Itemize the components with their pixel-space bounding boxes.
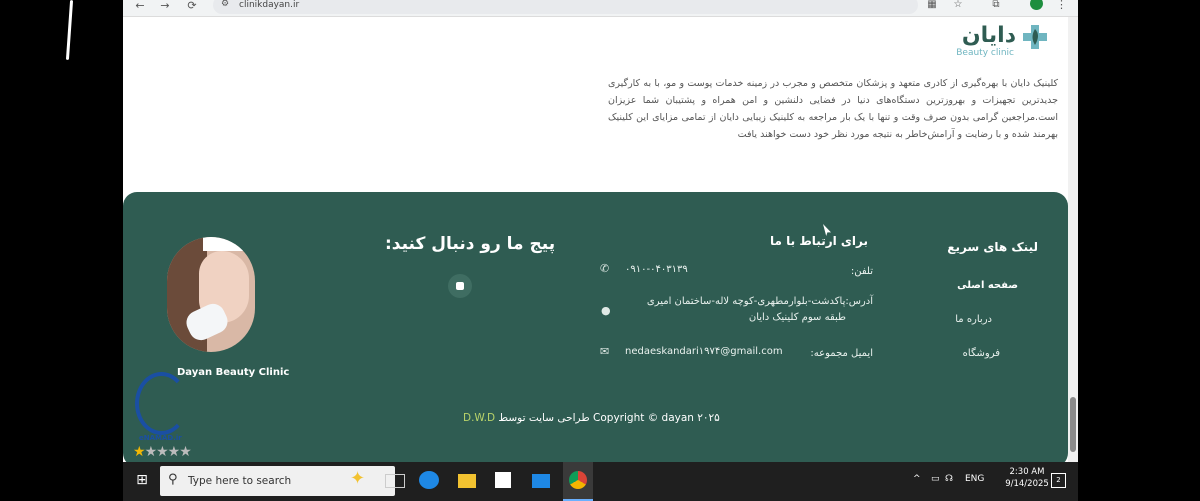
profile-avatar[interactable] [1030,0,1043,10]
search-highlight-icon: ✦ [350,468,366,489]
copyright-text: Copyright © dayan ۲۰۲۵ طراحی سایت توسط D… [463,412,720,424]
clock[interactable]: 2:30 AM 9/14/2025 [998,466,1056,490]
bookmark-star-icon[interactable]: ☆ [951,0,965,12]
language-indicator[interactable]: ENG [965,474,984,484]
screen: ← → ⟳ ⚙ clinikdayan.ir ▦ ☆ ⧉ ⋮ دایان Bea… [123,0,1078,501]
quick-link-home[interactable]: صفحه اصلی [957,280,1018,291]
forward-button[interactable]: → [158,0,172,14]
quick-link-shop[interactable]: فروشگاه [963,348,1000,359]
instagram-icon [456,282,464,290]
chrome-taskbar-item[interactable] [563,462,593,501]
site-logo[interactable]: دایان Beauty clinic [942,17,1062,65]
logo-subtitle: Beauty clinic [956,48,1014,58]
star-empty-icons: ★★★★ [144,444,192,460]
volume-icon[interactable]: ☊ [945,474,953,484]
notification-center-icon[interactable]: 2 [1051,473,1066,488]
browser-toolbar: ← → ⟳ ⚙ clinikdayan.ir ▦ ☆ ⧉ ⋮ [123,0,1078,17]
enamad-logo-icon [135,372,188,435]
copyright-main: Copyright © dayan ۲۰۲۵ طراحی سایت توسط [498,412,720,424]
store-icon[interactable] [495,472,511,488]
clock-time: 2:30 AM [1009,467,1045,477]
enamad-badge[interactable]: eNAMAD.ir ★★★★★ [125,372,213,467]
enamad-text: eNAMAD.ir [139,434,182,442]
web-page: دایان Beauty clinic کلینیک دایان با بهره… [123,17,1068,467]
instagram-button[interactable] [448,274,472,298]
mail-icon[interactable] [532,474,550,488]
logo-cross-icon [1023,25,1047,49]
url-text[interactable]: clinikdayan.ir [239,0,299,10]
scrollbar-thumb[interactable] [1070,397,1076,452]
windows-taskbar: ⊞ ⚲ Type here to search ✦ ^ ▭ ☊ ENG 2:30… [123,462,1078,501]
page-scrollbar[interactable] [1068,17,1078,462]
quick-links-title: لینک های سریع [947,240,1038,254]
quick-link-about[interactable]: درباره ما [955,314,992,325]
star-filled-icon: ★ [133,444,146,460]
address-bar[interactable]: ⚙ clinikdayan.ir [213,0,918,14]
edge-browser-icon[interactable] [419,471,439,489]
battery-icon[interactable]: ▭ [931,474,940,484]
chrome-icon [569,471,587,489]
phone-icon: ✆ [600,262,610,275]
screen-edge-mark [65,0,74,61]
phone-number[interactable]: ۰۹۱۰-۰۴۰۳۱۳۹ [625,264,688,275]
task-view-icon[interactable] [385,474,405,488]
logo-wordmark: دایان [961,23,1016,48]
browser-menu-icon[interactable]: ⋮ [1056,0,1067,11]
search-placeholder: Type here to search [188,475,292,487]
address-line-2: طبقه سوم کلینیک دایان [748,312,846,323]
taskbar-search-box[interactable]: ⚲ Type here to search ✦ [160,466,395,496]
email-icon: ✉ [600,345,610,358]
file-explorer-icon[interactable] [458,474,476,488]
translate-icon[interactable]: ▦ [925,0,939,12]
email-address[interactable]: nedaeskandari۱۹۷۴@gmail.com [625,346,783,357]
back-button[interactable]: ← [133,0,147,14]
search-icon: ⚲ [168,472,178,487]
follow-us-title: پیج ما رو دنبال کنید: [385,234,556,254]
phone-label: تلفن: [850,266,873,277]
email-label: ایمیل مجموعه: [810,348,873,359]
tray-chevron-icon[interactable]: ^ [913,474,921,484]
rating-stars: ★★★★★ [133,444,192,460]
extensions-icon[interactable]: ⧉ [989,0,1003,12]
location-pin-icon: ● [601,304,611,317]
clock-date: 9/14/2025 [1005,479,1049,489]
designer-credit-link[interactable]: D.W.D [463,412,495,424]
reload-button[interactable]: ⟳ [185,0,199,14]
about-paragraph: کلینیک دایان با بهره‌گیری از کادری متعهد… [608,78,1058,140]
site-footer: لینک های سریع صفحه اصلی درباره ما فروشگا… [123,192,1068,467]
clinic-avatar [167,237,255,352]
address-line-1: آدرس:پاکدشت-بلوارمطهری-کوچه لاله-ساختمان… [646,296,873,307]
contact-title: برای ارتباط با ما [770,234,868,248]
site-info-icon[interactable]: ⚙ [221,0,229,9]
avatar-head-wrap [203,237,243,251]
start-button-icon[interactable]: ⊞ [131,470,153,490]
